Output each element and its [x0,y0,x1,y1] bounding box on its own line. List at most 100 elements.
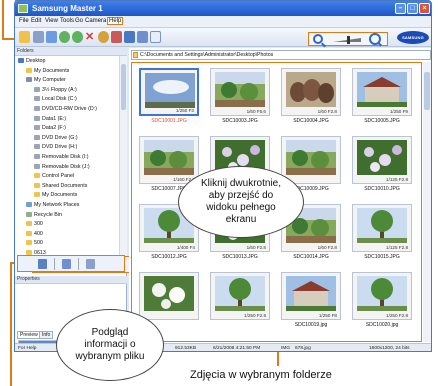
exposure-info: 1/250 F2.8 [244,313,266,318]
thumbnail-item[interactable]: 1/250 F2.8 [206,270,274,336]
thumbnail-item[interactable]: 1/250 F9 SDC10005.JPG [348,66,416,132]
thumbnail-frame[interactable]: 1/60 F5.6 [210,68,270,116]
drive-icon [34,86,40,92]
tree-item-label: Removable Disk (J:) [42,163,90,170]
tree-item[interactable]: Data1 (E:) [34,115,67,122]
thumbnail-item[interactable]: 1/60 F2.8 SDC10004.JPG [277,66,345,132]
zoom-slider-thumb[interactable] [347,36,350,44]
tab-info[interactable]: Info [39,331,54,339]
tree-item-label: Shared Documents [42,182,88,189]
tree-item[interactable]: Local Disk (C:) [34,96,77,102]
tree-item[interactable]: My Documents [34,192,77,198]
compare-view-icon[interactable] [86,259,95,269]
delete-icon[interactable]: ✕ [85,31,96,43]
tree-scrollbar-thumb[interactable] [121,64,126,110]
drive-icon [34,134,40,140]
menu-camera[interactable]: Camera [85,18,106,24]
menu-edit[interactable]: Edit [31,18,41,24]
copy-icon[interactable] [46,31,57,43]
thumbnail-frame[interactable]: 1/250 F2.8 [210,272,270,320]
tree-item-label: Recycle Bin [34,211,62,218]
folder-icon [26,240,32,246]
menu-go[interactable]: Go [75,18,83,24]
tree-item[interactable]: My Network Places [26,202,79,208]
exposure-info: 1/250 F2.8 [386,313,408,318]
exposure-info: 1/60 F2.8 [317,245,337,250]
close-button[interactable]: × [419,3,430,14]
thumbnail-frame[interactable] [281,136,341,184]
zoom-in-icon[interactable] [369,33,381,45]
tree-item[interactable]: Shared Documents [34,182,88,189]
slideshow-icon[interactable] [137,31,148,43]
thumbnail-view-icon[interactable] [38,259,47,269]
print-icon[interactable] [33,31,44,43]
thumbnail-filename: SDC10001.JPG [151,118,187,124]
tree-item[interactable]: Recycle Bin [26,211,62,218]
tree-scrollbar[interactable] [119,56,127,263]
menu-view[interactable]: View [45,18,58,24]
grid-scrollbar-thumb[interactable] [424,72,430,110]
thumbnail-item[interactable]: 1/250 F3 SDC10001.JPG [135,66,203,132]
thumbnail-frame[interactable] [139,272,199,320]
path-bar[interactable]: C:\Documents and Settings\Administrator\… [131,50,431,60]
tree-item[interactable]: Desktop [18,58,45,64]
tree-item-label: 300 [34,221,43,228]
thumbnail-frame[interactable]: 1/250 F3 [139,68,199,116]
tree-item[interactable]: DVD Drive (H:) [34,144,77,150]
tab-preview[interactable]: Preview [17,331,41,339]
camera-icon[interactable] [124,31,135,43]
tree-item[interactable]: Data2 (F:) [34,125,66,131]
thumbnail-frame[interactable]: 1/60 F2.8 [281,68,341,116]
tree-item[interactable]: DVD Drive (G:) [34,134,78,141]
tree-item[interactable]: 500 [26,240,43,246]
thumbnail-frame[interactable]: 1/250 F9 [352,68,412,116]
zoom-out-icon[interactable] [313,34,323,44]
grid-scrollbar[interactable] [423,62,431,342]
thumbnail-item[interactable]: 1/125 F2.8 SDC10015.JPG [348,202,416,268]
thumbnail-frame[interactable]: 1/250 F2.8 [352,272,412,320]
maximize-button[interactable]: □ [407,3,418,14]
edit-icon[interactable] [111,31,122,43]
menu-help[interactable]: Help [107,17,124,25]
rotate-right-icon[interactable] [72,31,83,43]
tree-item[interactable]: My Computer [26,77,66,83]
callout-line [10,262,12,386]
tree-item-label: Data1 (E:) [42,115,67,122]
tree-item[interactable]: 400 [26,230,43,237]
thumbnail-image [286,276,336,311]
rotate-left-icon[interactable] [59,31,70,43]
drive-icon [34,163,40,169]
exposure-info: 1/60 F2.8 [317,109,337,114]
thumbnail-item[interactable]: 1/60 F5.6 SDC10003.JPG [206,66,274,132]
tree-item[interactable]: 3½ Floppy (A:) [34,86,77,93]
tree-item[interactable]: Removable Disk (I:) [34,154,89,160]
menu-file[interactable]: File [19,18,29,24]
email-icon[interactable] [150,31,161,43]
thumbnail-item[interactable]: 1/250 F8 SDC10019.jpg [277,270,345,336]
tree-item[interactable]: 300 [26,221,43,227]
tree-item[interactable]: Control Panel [34,173,74,179]
zoom-slider[interactable] [333,36,361,44]
thumbnail-frame[interactable]: 1/125 F2.8 [352,136,412,184]
menu-tools[interactable]: Tools [60,18,74,24]
tree-item-label: My Computer [34,77,66,84]
tree-item[interactable]: DVD/CD-RW Drive (D:) [34,106,97,112]
status-date: 6/21/2008 4:21:50 PM [213,346,261,351]
properties-header: Properties [15,276,127,284]
folder-icon[interactable] [19,31,30,43]
tree-item-label: My Network Places [34,202,80,208]
thumbnail-item[interactable]: 1/250 F2.8 SDC10020.jpg [348,270,416,336]
tree-item[interactable]: Removable Disk (J:) [34,163,90,170]
tree-item-label: 400 [34,230,43,237]
drive-icon [34,115,40,121]
thumbnail-frame[interactable]: 1/125 F2.8 [352,204,412,252]
folder-tree: Desktop My Documents My Computer 3½ Floppy … [15,56,119,263]
zoom-control [308,32,388,46]
minimize-button[interactable]: – [395,3,406,14]
tree-item[interactable]: My Documents [26,67,69,74]
thumbnail-frame[interactable]: 1/250 F8 [281,272,341,320]
thumbnail-item[interactable]: 1/125 F2.8 SDC10010.JPG [348,134,416,200]
thumbnail-frame[interactable]: 1/160 F2.8 [139,136,199,184]
refresh-icon[interactable] [98,31,109,43]
details-view-icon[interactable] [62,259,71,269]
